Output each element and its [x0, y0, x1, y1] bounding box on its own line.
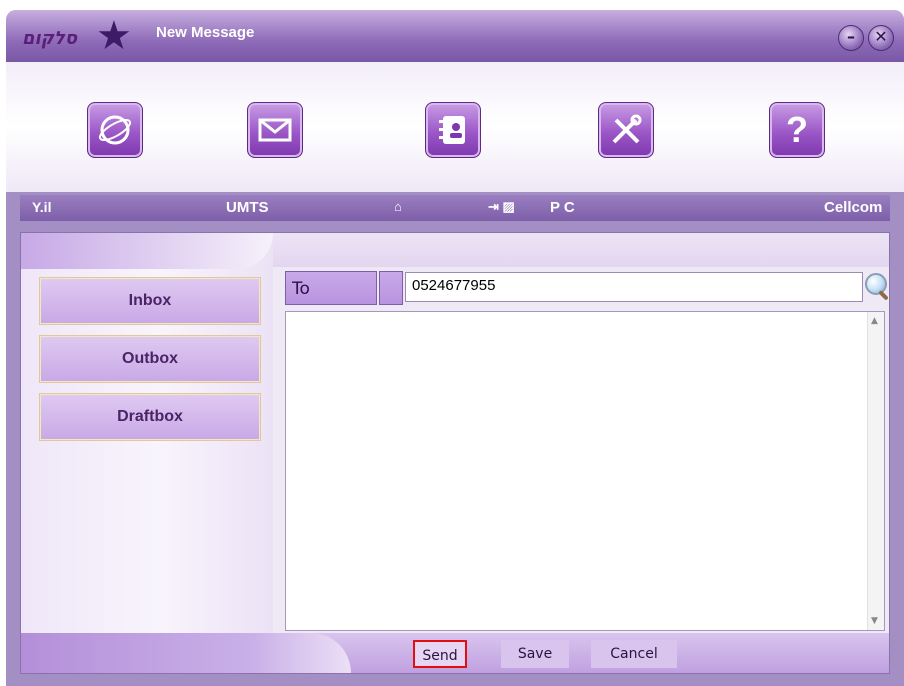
sidebar: Inbox Outbox Draftbox: [21, 233, 273, 673]
logo-text: סלקום: [22, 28, 78, 49]
question-mark-icon: ?: [786, 109, 808, 150]
main-toolbar: ?: [6, 62, 904, 192]
tools-icon: [612, 114, 642, 144]
message-scrollbar[interactable]: ▲ ▼: [867, 312, 884, 630]
search-icon-handle: [878, 290, 889, 301]
pc-connection-icons: ⇥ ▨: [488, 199, 515, 214]
envelope-icon: [258, 118, 292, 142]
app-window: סלקום ★ New Message – ✕ ? Y.il UMTS ⌂ ⇥ …: [6, 10, 904, 686]
sidebar-item-inbox[interactable]: Inbox: [39, 277, 261, 325]
help-button[interactable]: ?: [769, 102, 825, 158]
minimize-button[interactable]: –: [838, 25, 864, 51]
scroll-down-icon[interactable]: ▼: [871, 616, 878, 626]
close-icon: ✕: [874, 27, 888, 46]
recipient-input[interactable]: 0524677955: [405, 272, 863, 302]
network-icon: ⌂: [394, 199, 402, 214]
internet-icon: [98, 115, 132, 145]
close-button[interactable]: ✕: [868, 25, 894, 51]
scroll-up-icon[interactable]: ▲: [871, 316, 878, 326]
save-button[interactable]: Save: [501, 640, 569, 668]
sidebar-item-draftbox[interactable]: Draftbox: [39, 393, 261, 441]
minimize-icon: –: [847, 27, 855, 46]
star-icon: ★: [96, 13, 132, 59]
compose-header: [273, 233, 889, 267]
sidebar-item-outbox[interactable]: Outbox: [39, 335, 261, 383]
cellcom-logo: סלקום ★: [18, 16, 138, 58]
network-type: UMTS: [226, 199, 269, 216]
window-title: New Message: [156, 24, 255, 41]
carrier-name: Cellcom: [824, 199, 883, 216]
message-panel: Inbox Outbox Draftbox To 0524677955 ▲ ▼: [20, 232, 890, 674]
compose-area: To 0524677955 ▲ ▼: [273, 233, 889, 673]
contacts-book-icon: [439, 116, 465, 144]
message-body-textarea[interactable]: ▲ ▼: [285, 311, 885, 631]
cancel-button[interactable]: Cancel: [591, 640, 677, 668]
contacts-button[interactable]: [425, 102, 481, 158]
sidebar-header: [21, 233, 273, 269]
messages-button[interactable]: [247, 102, 303, 158]
status-bar: Y.il UMTS ⌂ ⇥ ▨ P C Cellcom: [20, 195, 890, 221]
action-bar-left: [21, 633, 351, 673]
internet-button[interactable]: [87, 102, 143, 158]
signal-strength-icon: Y.il: [32, 199, 52, 215]
connection-mode: P C: [550, 199, 575, 216]
send-button[interactable]: Send: [413, 640, 467, 668]
to-separator: [379, 271, 403, 305]
to-label-button[interactable]: To: [285, 271, 377, 305]
title-bar: סלקום ★ New Message – ✕: [6, 10, 904, 62]
search-icon: [865, 273, 887, 295]
search-contacts-button[interactable]: [863, 271, 895, 303]
settings-button[interactable]: [598, 102, 654, 158]
